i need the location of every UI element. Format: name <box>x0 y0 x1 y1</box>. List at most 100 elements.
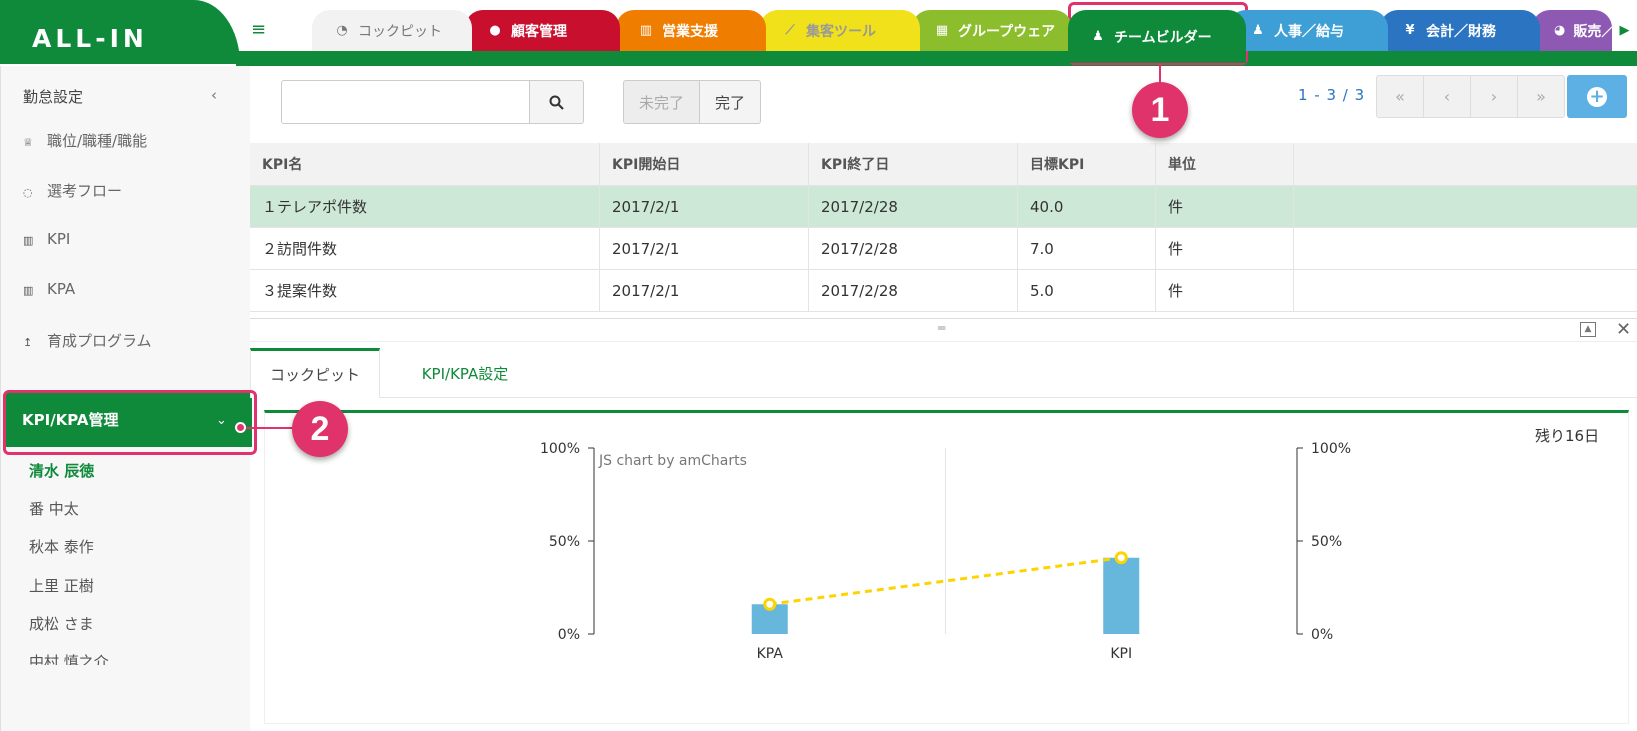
comments-icon: ● <box>489 23 501 38</box>
sidebar-item-label: 育成プログラム <box>47 332 152 350</box>
tab-scroll-right-icon[interactable]: ▶ <box>1612 10 1637 51</box>
tab-team-builder[interactable]: ♟ チームビルダー <box>1068 10 1246 63</box>
tab-label: 顧客管理 <box>511 23 567 40</box>
tab-label: 会計／財務 <box>1426 23 1496 40</box>
tab-label: チームビルダー <box>1114 29 1212 46</box>
table-cell: 2017/2/28 <box>809 228 1018 269</box>
drag-handle-icon[interactable]: ═ <box>938 321 945 335</box>
tab-label: 営業支援 <box>662 23 718 40</box>
column-header[interactable]: 目標KPI <box>1018 143 1156 185</box>
sidebar-item-label: KPA <box>47 280 76 298</box>
line-chart-icon: ⟋ <box>785 23 795 38</box>
x-tick-label: KPI <box>1110 646 1132 662</box>
pagination-prev-button[interactable]: ‹ <box>1423 75 1471 118</box>
table-cell <box>1294 228 1637 269</box>
table-row[interactable]: ３提案件数 2017/2/1 2017/2/28 5.0 件 <box>250 270 1637 312</box>
panel-splitter[interactable]: ═ ▲ ✕ <box>250 318 1637 342</box>
x-tick-label: KPA <box>757 646 784 662</box>
column-header <box>1294 143 1637 185</box>
line-point <box>763 597 777 611</box>
y-tick-label-left: 0% <box>558 627 580 643</box>
person-item[interactable]: 成松 さま <box>29 613 94 634</box>
pagination-first-button[interactable]: « <box>1376 75 1424 118</box>
pagination-last-button[interactable]: » <box>1517 75 1565 118</box>
close-icon[interactable]: ✕ <box>1616 319 1631 340</box>
callout-anchor <box>235 422 246 433</box>
sidebar-item-selection-flow[interactable]: ◌ 選考フロー <box>23 180 233 201</box>
person-item[interactable]: 番 中太 <box>29 498 79 519</box>
table-header-row: KPI名 KPI開始日 KPI終了日 目標KPI 単位 <box>250 143 1637 186</box>
tab-customer-management[interactable]: ● 顧客管理 <box>465 10 620 51</box>
y-tick-label-right: 0% <box>1311 627 1333 643</box>
pie-chart-icon: ◕ <box>1554 23 1566 38</box>
highlight-kpi-kpa-management <box>3 390 257 455</box>
y-tick-label-left: 50% <box>549 534 580 550</box>
bar-kpi <box>1103 557 1140 634</box>
tab-sales-support[interactable]: ▥ 営業支援 <box>616 10 766 51</box>
plus-circle-icon: + <box>1587 86 1607 107</box>
logo-area: ALL-IN <box>0 0 240 64</box>
table-row[interactable]: １テレアポ件数 2017/2/1 2017/2/28 40.0 件 <box>250 186 1637 228</box>
chart-panel: 残り16日 0% 0% 50% 50% 100% 100% KPA KPI JS chart … <box>264 410 1629 724</box>
tab-label: 販売／ <box>1573 23 1612 40</box>
filter-complete-button[interactable]: 完了 <box>699 80 761 124</box>
column-header[interactable]: KPI開始日 <box>600 143 809 185</box>
column-header[interactable]: KPI終了日 <box>809 143 1018 185</box>
chevron-left-icon[interactable]: ‹ <box>211 86 217 104</box>
table-cell: 2017/2/28 <box>809 186 1018 227</box>
tab-marketing-tools[interactable]: ⟋ 集客ツール <box>760 10 920 51</box>
tab-hr-payroll[interactable]: ♟ 人事／給与 <box>1228 10 1388 51</box>
search-input[interactable] <box>281 80 530 124</box>
table-row[interactable]: ２訪問件数 2017/2/1 2017/2/28 7.0 件 <box>250 228 1637 270</box>
sidebar-header[interactable]: 勤怠設定 <box>23 86 223 107</box>
tab-sales-management[interactable]: ◕ 販売／ <box>1532 10 1612 51</box>
maximize-icon[interactable]: ▲ <box>1580 322 1596 337</box>
tab-panel-kpi-kpa-settings[interactable]: KPI/KPA設定 <box>390 348 540 398</box>
sidebar-item-training-program[interactable]: ↥ 育成プログラム <box>23 330 233 351</box>
tab-panel-cockpit[interactable]: コックピット <box>250 348 380 398</box>
tab-cockpit[interactable]: ◔ コックピット <box>312 10 472 51</box>
sidebar-item-kpi[interactable]: ▥ KPI <box>23 230 233 248</box>
table-cell: 件 <box>1156 270 1294 311</box>
person-item[interactable]: 秋本 泰作 <box>29 536 94 557</box>
search-button[interactable] <box>529 80 584 124</box>
person-item[interactable]: 清水 辰徳 <box>29 460 94 481</box>
sidebar-item-kpa[interactable]: ▥ KPA <box>23 280 233 298</box>
dashboard-icon: ◔ <box>336 23 348 38</box>
menu-icon[interactable]: ≡ <box>251 21 266 39</box>
table-cell: 2017/2/28 <box>809 270 1018 311</box>
sidebar-item-label: KPI <box>47 230 71 248</box>
chart-credit: JS chart by amCharts <box>599 453 747 469</box>
column-header[interactable]: KPI名 <box>250 143 600 185</box>
upload-icon: ↥ <box>23 336 33 349</box>
table-cell <box>1294 270 1637 311</box>
sidebar-item-label: 職位/職種/職能 <box>47 132 148 150</box>
table-cell: 2017/2/1 <box>600 270 809 311</box>
trophy-icon: ♕ <box>23 136 33 149</box>
app-logo[interactable]: ALL-IN <box>32 24 148 53</box>
line-point <box>1114 551 1128 565</box>
tab-accounting[interactable]: ¥ 会計／財務 <box>1380 10 1540 51</box>
y-tick-label-left: 100% <box>540 441 580 457</box>
table-cell: 40.0 <box>1018 186 1156 227</box>
person-item[interactable]: 中村 慎之介 <box>29 651 109 665</box>
column-header[interactable]: 単位 <box>1156 143 1294 185</box>
callout-number: 2 <box>292 401 348 457</box>
tab-groupware[interactable]: ▦ グループウェア <box>912 10 1072 51</box>
bar-chart-icon: ▥ <box>23 234 34 247</box>
comment-icon: ◌ <box>23 186 33 199</box>
sidebar-item-label: 選考フロー <box>47 182 123 200</box>
callout-number: 1 <box>1132 82 1188 138</box>
bar-chart-icon: ▥ <box>639 23 653 38</box>
tab-underline-bar <box>236 51 1637 66</box>
calendar-icon: ▦ <box>935 23 949 38</box>
pagination-next-button[interactable]: › <box>1470 75 1518 118</box>
table-cell: 件 <box>1156 186 1294 227</box>
sidebar-item-positions[interactable]: ♕ 職位/職種/職能 <box>23 130 233 151</box>
person-item[interactable]: 上里 正樹 <box>29 575 94 596</box>
table-cell: ３提案件数 <box>250 270 600 311</box>
filter-incomplete-button[interactable]: 未完了 <box>623 80 700 124</box>
bottom-panel-tabs: コックピット KPI/KPA設定 <box>250 348 1637 398</box>
add-button[interactable]: + <box>1567 75 1627 118</box>
user-plus-icon: ♟ <box>1092 29 1104 44</box>
